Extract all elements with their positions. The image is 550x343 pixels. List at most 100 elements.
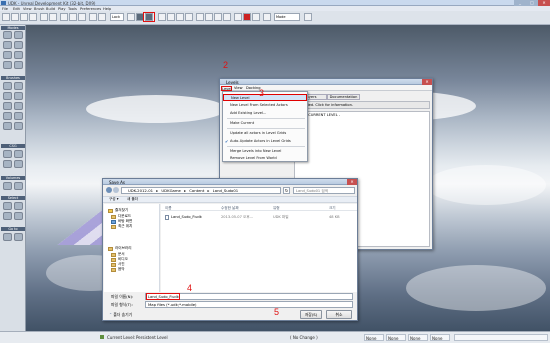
- menu-new-level[interactable]: New Level: [223, 94, 307, 101]
- path-land-sudo[interactable]: Land_Sudo01: [213, 188, 239, 193]
- status-cell-4[interactable]: None: [430, 334, 450, 341]
- invert-selection-icon[interactable]: [3, 212, 12, 220]
- column-size[interactable]: 크기: [329, 206, 336, 211]
- show-all-icon[interactable]: [14, 212, 23, 220]
- paste-icon[interactable]: [78, 13, 86, 21]
- current-level-value[interactable]: Persistent Level: [136, 335, 168, 340]
- nav-recent[interactable]: 최근 위치: [110, 224, 132, 229]
- csg-deintersect-icon[interactable]: [14, 160, 23, 168]
- build-paths-icon[interactable]: [214, 13, 222, 21]
- build-lighting-icon[interactable]: [205, 13, 213, 21]
- column-date[interactable]: 수정한 날짜: [221, 206, 239, 211]
- goto-actor-icon[interactable]: [3, 233, 12, 241]
- landscape-mode-icon[interactable]: [3, 51, 12, 59]
- save-all-icon[interactable]: [29, 13, 37, 21]
- cone-brush-icon[interactable]: [14, 82, 23, 90]
- libraries-header[interactable]: 라이브러리: [107, 246, 132, 251]
- menu-update-actors[interactable]: Update all actors in Level Grids: [223, 130, 307, 137]
- sheet-brush-icon[interactable]: [14, 102, 23, 110]
- path-udk[interactable]: UDK-2012-01: [128, 188, 153, 193]
- path-udkgame[interactable]: UDKGame: [161, 188, 181, 193]
- build-geometry-icon[interactable]: [196, 13, 204, 21]
- menu-tools[interactable]: Tools: [68, 7, 77, 11]
- hide-selected-icon[interactable]: [14, 202, 23, 210]
- save-icon[interactable]: [20, 13, 28, 21]
- menu-make-current[interactable]: Make Current: [223, 120, 307, 127]
- filetype-select[interactable]: Map files (*.udk;*.mobile): [145, 301, 353, 308]
- levels-menu-view[interactable]: View: [234, 86, 243, 90]
- menu-help[interactable]: Help: [103, 7, 111, 11]
- address-bar[interactable]: UDK-2012-01 ▸ UDKGame ▸ Content ▸ Land_S…: [121, 187, 281, 194]
- add-volume-icon[interactable]: [3, 182, 12, 190]
- status-cell-3[interactable]: None: [408, 334, 428, 341]
- redo-icon[interactable]: [49, 13, 57, 21]
- menu-edit[interactable]: Edit: [13, 7, 20, 11]
- open-icon[interactable]: [11, 13, 19, 21]
- favorites-header[interactable]: 즐겨찾기: [107, 208, 128, 213]
- mode-dropdown[interactable]: Mode: [274, 13, 300, 21]
- nav-music[interactable]: 음악: [110, 267, 125, 272]
- column-type[interactable]: 유형: [273, 206, 280, 211]
- console-icon[interactable]: [263, 13, 271, 21]
- forward-icon[interactable]: [113, 187, 119, 193]
- content-browser-icon[interactable]: [127, 13, 135, 21]
- search-icon[interactable]: [60, 13, 68, 21]
- fracture-mode-icon[interactable]: [14, 61, 23, 69]
- sound-icon[interactable]: [167, 13, 175, 21]
- show-selected-icon[interactable]: [3, 202, 12, 210]
- menu-preferences[interactable]: Preferences: [80, 7, 101, 11]
- status-snap-controls[interactable]: [454, 334, 548, 341]
- lock-toggle[interactable]: Lock: [110, 13, 124, 21]
- undo-icon[interactable]: [40, 13, 48, 21]
- copy-icon[interactable]: [69, 13, 77, 21]
- path-content[interactable]: Content: [189, 188, 204, 193]
- back-icon[interactable]: [106, 187, 112, 193]
- menu-view[interactable]: View: [23, 7, 32, 11]
- new-folder-button[interactable]: 새 폴더: [127, 197, 138, 202]
- status-cell-1[interactable]: None: [364, 334, 384, 341]
- terrain-mode-icon[interactable]: [3, 61, 12, 69]
- menu-add-existing-level[interactable]: Add Existing Level...: [223, 110, 307, 117]
- foliage-mode-icon[interactable]: [14, 51, 23, 59]
- save-button[interactable]: 저장(S): [300, 310, 322, 319]
- curved-stair-icon[interactable]: [3, 92, 12, 100]
- hide-folders-toggle[interactable]: ⌃ 폴더 숨기기: [109, 312, 132, 318]
- cancel-button[interactable]: 취소: [326, 310, 352, 319]
- goto-builder-brush-icon[interactable]: [14, 233, 23, 241]
- new-icon[interactable]: [2, 13, 10, 21]
- grid-icon[interactable]: [98, 13, 106, 21]
- build-all-icon[interactable]: [223, 13, 231, 21]
- menu-brush[interactable]: Brush: [34, 7, 44, 11]
- play-in-editor-icon[interactable]: [243, 13, 251, 21]
- csg-add-icon[interactable]: [3, 150, 12, 158]
- menu-build[interactable]: Build: [46, 7, 55, 11]
- toolbar-extra-icon[interactable]: [304, 13, 312, 21]
- column-name[interactable]: 이름: [165, 206, 172, 211]
- menu-play[interactable]: Play: [58, 7, 66, 11]
- play-icon[interactable]: [234, 13, 242, 21]
- csg-subtract-icon[interactable]: [14, 150, 23, 158]
- filename-value[interactable]: Land_Sudo_P.udk: [146, 293, 180, 300]
- menu-merge-levels[interactable]: Merge Levels into New Level: [223, 148, 307, 155]
- file-row[interactable]: Land_Sudo_P.udk 2013-05-07 오후... UDK 파일 …: [163, 214, 355, 220]
- geometry-mode-icon[interactable]: [14, 31, 23, 39]
- tab-documentation[interactable]: Documentation: [327, 94, 360, 100]
- levels-icon[interactable]: [145, 13, 153, 21]
- csg-intersect-icon[interactable]: [3, 160, 12, 168]
- search-input[interactable]: [293, 187, 355, 194]
- mesh-paint-mode-icon[interactable]: [14, 41, 23, 49]
- spiral-stair-icon[interactable]: [3, 112, 12, 120]
- save-dialog-close-icon[interactable]: ✕: [347, 179, 357, 185]
- refresh-icon[interactable]: ↻: [283, 187, 290, 194]
- levels-info-bar[interactable]: specified. Click for information.: [294, 101, 430, 109]
- menu-auto-update-actors[interactable]: Auto-Update Actors in Level Grids: [223, 138, 307, 145]
- menu-new-level-from-selected[interactable]: New Level From Selected Actors: [223, 102, 307, 109]
- cylinder-brush-icon[interactable]: [14, 92, 23, 100]
- menu-remove-level[interactable]: Remove Level From World: [223, 155, 307, 162]
- cube-brush-icon[interactable]: [3, 82, 12, 90]
- texture-mode-icon[interactable]: [3, 41, 12, 49]
- linear-stair-icon[interactable]: [3, 102, 12, 110]
- status-cell-2[interactable]: None: [386, 334, 406, 341]
- mesh-icon[interactable]: [185, 13, 193, 21]
- play-on-pc-icon[interactable]: [252, 13, 260, 21]
